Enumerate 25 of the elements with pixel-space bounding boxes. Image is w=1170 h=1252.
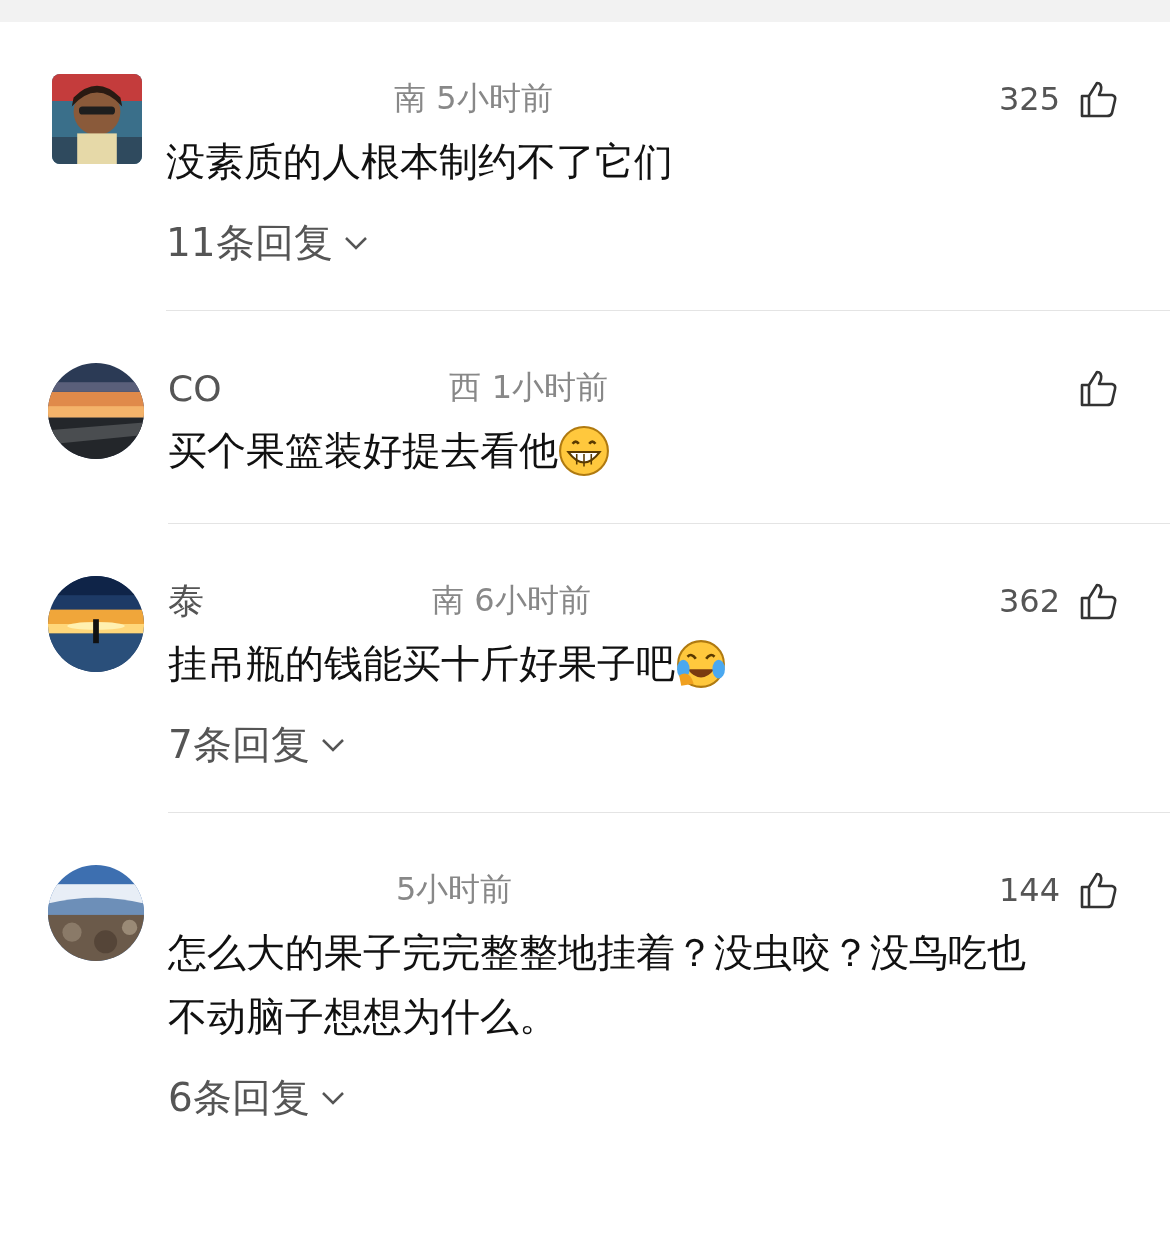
replies-link[interactable]: 6条回复 — [168, 1071, 346, 1125]
location-time: 南 5小时前 — [394, 78, 553, 119]
thumbs-up-icon[interactable] — [1078, 870, 1118, 910]
username[interactable]: 泰 — [168, 576, 204, 626]
grin-emoji-icon — [558, 425, 610, 477]
like-count: 325 — [998, 80, 1060, 118]
thumbs-up-icon[interactable] — [1078, 79, 1118, 119]
comment-text: 怎么大的果子完完整整地挂着？没虫咬？没鸟吃也不动脑子想想为什么。 — [168, 929, 1027, 1041]
chevron-down-icon[interactable] — [342, 235, 369, 251]
comment-text: 没素质的人根本制约不了它们 — [166, 138, 673, 186]
location-time: 西 1小时前 — [449, 367, 608, 408]
like-count: 144 — [998, 871, 1060, 909]
replies-link[interactable]: 11条回复 — [166, 216, 369, 270]
username[interactable]: CO — [168, 367, 222, 409]
laughing-emoji-icon — [675, 638, 727, 690]
like-count: 362 — [998, 582, 1060, 620]
replies-link[interactable]: 7条回复 — [168, 718, 346, 772]
chevron-down-icon[interactable] — [319, 737, 346, 753]
chevron-down-icon[interactable] — [319, 1090, 346, 1106]
thumbs-up-icon[interactable] — [1078, 581, 1118, 621]
comment-text: 挂吊瓶的钱能买十斤好果子吧 — [168, 640, 675, 688]
thumbs-up-icon[interactable] — [1078, 368, 1118, 408]
comment-text: 买个果篮装好提去看他 — [168, 427, 558, 475]
location-time: 南 6小时前 — [432, 580, 591, 621]
location-time: 5小时前 — [396, 869, 513, 910]
